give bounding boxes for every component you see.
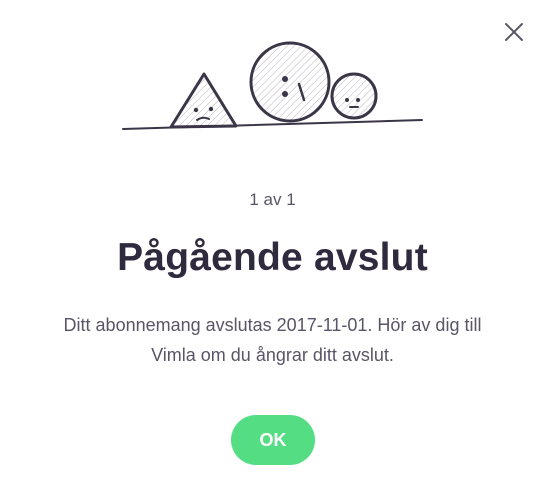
big-circle-face-icon — [249, 41, 331, 123]
ok-button[interactable]: OK — [231, 415, 315, 465]
close-button[interactable] — [500, 18, 528, 46]
triangle-face-icon — [169, 72, 238, 129]
dialog-message: Ditt abonnemang avslutas 2017-11-01. Hör… — [63, 315, 482, 365]
small-circle-face-icon — [330, 72, 378, 120]
close-icon — [505, 23, 523, 41]
ending-subscription-dialog: 1 av 1 Pågående avslut Ditt abonnemang a… — [0, 0, 545, 493]
pager-indicator: 1 av 1 — [249, 190, 296, 209]
dialog-title: Pågående avslut — [117, 236, 428, 279]
slope-line — [122, 119, 423, 130]
shapes-on-slope-illustration — [122, 41, 423, 130]
